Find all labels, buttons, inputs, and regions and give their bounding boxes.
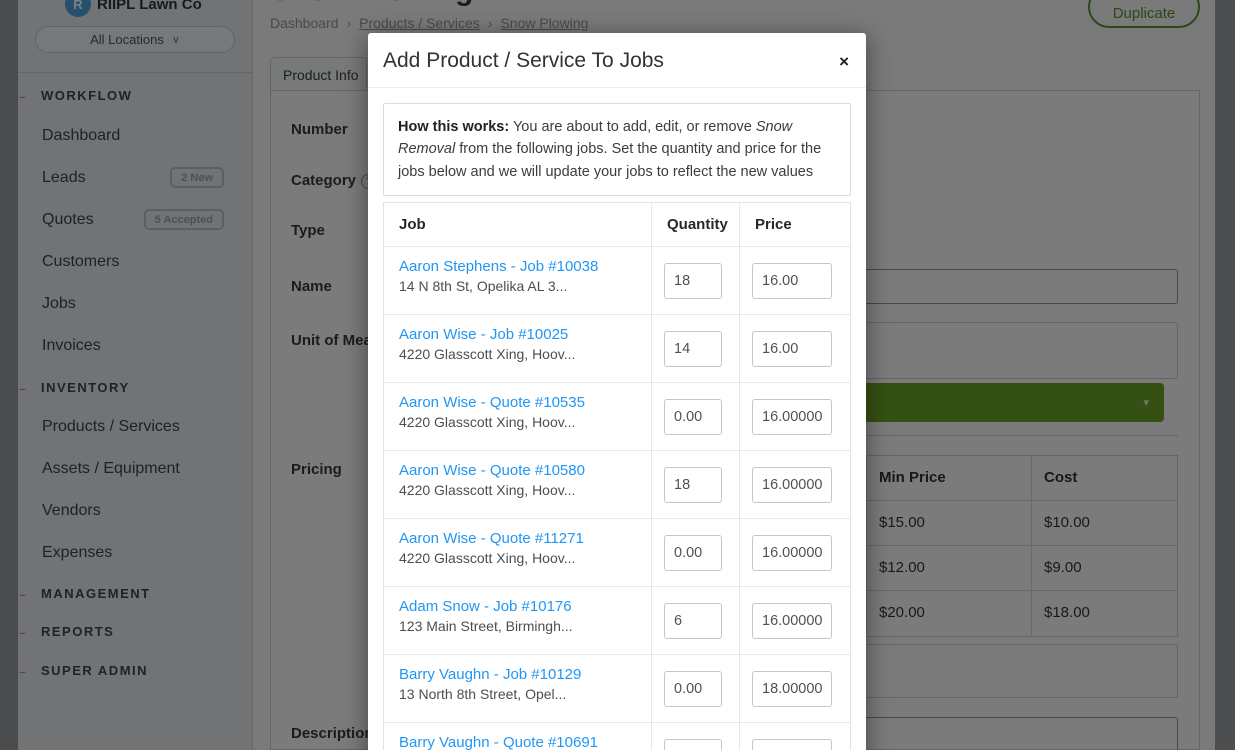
job-link[interactable]: Aaron Wise - Quote #10535 [399, 394, 636, 411]
price-input[interactable] [752, 603, 832, 639]
job-address: 4220 Glasscott Xing, Hoov... [399, 346, 636, 362]
quantity-cell [652, 247, 740, 314]
jobs-table: Job Quantity Price Aaron Stephens - Job … [383, 202, 851, 750]
job-address: 13 North 8th Street, Opel... [399, 686, 636, 702]
jobs-header-job: Job [384, 203, 652, 246]
price-cell [740, 315, 850, 382]
modal-header: Add Product / Service To Jobs × [368, 33, 866, 88]
quantity-cell [652, 655, 740, 722]
close-icon[interactable]: × [839, 53, 849, 70]
job-cell: Aaron Wise - Quote #10535 4220 Glasscott… [384, 383, 652, 450]
price-input[interactable] [752, 263, 832, 299]
quantity-cell [652, 451, 740, 518]
quantity-input[interactable] [664, 603, 722, 639]
price-input[interactable] [752, 467, 832, 503]
quantity-input[interactable] [664, 399, 722, 435]
jobs-header-price: Price [740, 203, 850, 246]
job-row: Barry Vaughn - Quote #10691 13 North 8th… [384, 723, 850, 750]
job-row: Aaron Wise - Quote #10580 4220 Glasscott… [384, 451, 850, 519]
price-cell [740, 451, 850, 518]
job-link[interactable]: Adam Snow - Job #10176 [399, 598, 636, 615]
job-cell: Aaron Wise - Quote #11271 4220 Glasscott… [384, 519, 652, 586]
add-product-to-jobs-modal: Add Product / Service To Jobs × How this… [368, 33, 866, 750]
job-link[interactable]: Aaron Stephens - Job #10038 [399, 258, 636, 275]
price-input[interactable] [752, 671, 832, 707]
price-input[interactable] [752, 399, 832, 435]
job-link[interactable]: Aaron Wise - Quote #10580 [399, 462, 636, 479]
job-cell: Aaron Stephens - Job #10038 14 N 8th St,… [384, 247, 652, 314]
jobs-table-body: Aaron Stephens - Job #10038 14 N 8th St,… [384, 247, 850, 750]
price-cell [740, 655, 850, 722]
job-row: Aaron Wise - Quote #10535 4220 Glasscott… [384, 383, 850, 451]
note-text-1: You are about to add, edit, or remove [509, 119, 756, 135]
modal-title: Add Product / Service To Jobs [383, 49, 851, 73]
job-row: Aaron Wise - Quote #11271 4220 Glasscott… [384, 519, 850, 587]
job-address: 123 Main Street, Birmingh... [399, 618, 636, 634]
price-cell [740, 587, 850, 654]
quantity-cell [652, 723, 740, 750]
price-input[interactable] [752, 331, 832, 367]
how-this-works-note: How this works: You are about to add, ed… [383, 103, 851, 196]
quantity-input[interactable] [664, 671, 722, 707]
job-link[interactable]: Aaron Wise - Job #10025 [399, 326, 636, 343]
job-row: Aaron Wise - Job #10025 4220 Glasscott X… [384, 315, 850, 383]
job-row: Barry Vaughn - Job #10129 13 North 8th S… [384, 655, 850, 723]
price-cell [740, 519, 850, 586]
price-cell [740, 383, 850, 450]
quantity-cell [652, 315, 740, 382]
note-bold: How this works: [398, 119, 509, 135]
jobs-header-quantity: Quantity [652, 203, 740, 246]
quantity-cell [652, 519, 740, 586]
quantity-cell [652, 383, 740, 450]
price-input[interactable] [752, 535, 832, 571]
quantity-input[interactable] [664, 535, 722, 571]
job-link[interactable]: Aaron Wise - Quote #11271 [399, 530, 636, 547]
job-cell: Barry Vaughn - Quote #10691 13 North 8th… [384, 723, 652, 750]
quantity-input[interactable] [664, 467, 722, 503]
job-cell: Aaron Wise - Job #10025 4220 Glasscott X… [384, 315, 652, 382]
job-address: 14 N 8th St, Opelika AL 3... [399, 278, 636, 294]
price-input[interactable] [752, 739, 832, 750]
price-cell [740, 723, 850, 750]
job-address: 4220 Glasscott Xing, Hoov... [399, 482, 636, 498]
quantity-cell [652, 587, 740, 654]
job-row: Aaron Stephens - Job #10038 14 N 8th St,… [384, 247, 850, 315]
job-row: Adam Snow - Job #10176 123 Main Street, … [384, 587, 850, 655]
jobs-table-header: Job Quantity Price [384, 203, 850, 247]
price-cell [740, 247, 850, 314]
job-link[interactable]: Barry Vaughn - Job #10129 [399, 666, 636, 683]
job-cell: Barry Vaughn - Job #10129 13 North 8th S… [384, 655, 652, 722]
quantity-input[interactable] [664, 263, 722, 299]
job-link[interactable]: Barry Vaughn - Quote #10691 [399, 734, 636, 750]
job-address: 4220 Glasscott Xing, Hoov... [399, 550, 636, 566]
job-cell: Adam Snow - Job #10176 123 Main Street, … [384, 587, 652, 654]
job-address: 4220 Glasscott Xing, Hoov... [399, 414, 636, 430]
quantity-input[interactable] [664, 739, 722, 750]
note-text-2: from the following jobs. Set the quantit… [398, 141, 821, 179]
modal-body: How this works: You are about to add, ed… [368, 88, 866, 750]
quantity-input[interactable] [664, 331, 722, 367]
job-cell: Aaron Wise - Quote #10580 4220 Glasscott… [384, 451, 652, 518]
